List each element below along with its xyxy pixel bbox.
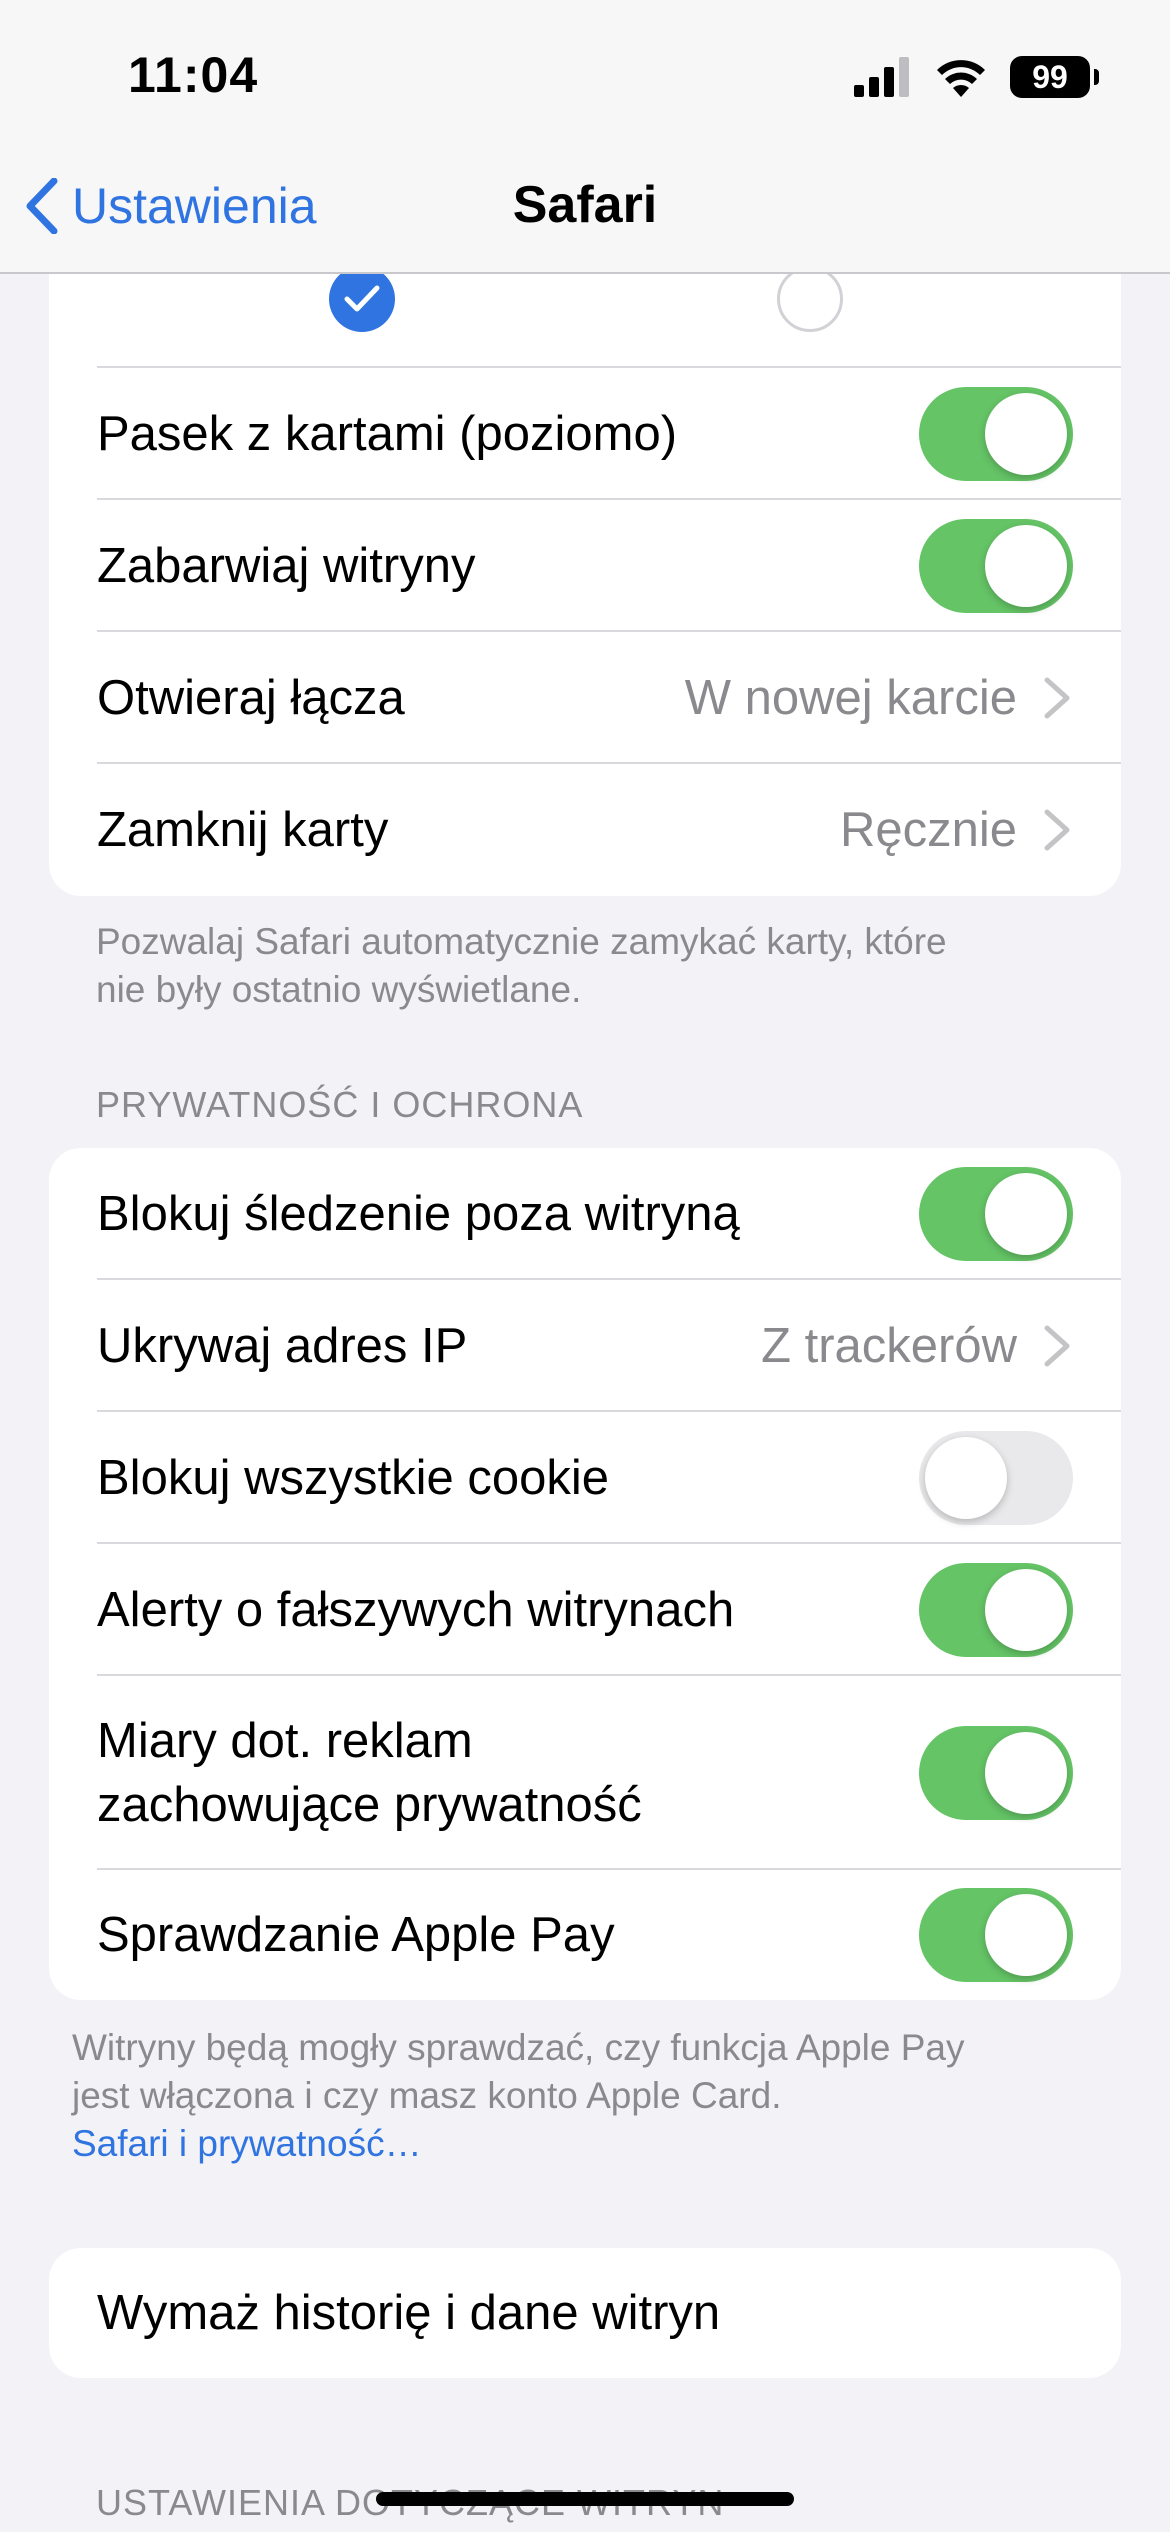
row-value: Z trackerów	[761, 1319, 1017, 1373]
close-tabs-footnote: Pozwalaj Safari automatycznie zamykać ka…	[96, 921, 947, 1010]
battery-icon: 99	[1010, 56, 1099, 98]
row-hide-ip[interactable]: Ukrywaj adres IP Z trackerów	[49, 1280, 1121, 1412]
chevron-right-icon	[1044, 677, 1070, 719]
row-label: Ukrywaj adres IP	[97, 1319, 468, 1373]
row-fraud-warning[interactable]: Alerty o fałszywych witrynach	[49, 1544, 1121, 1676]
row-apple-pay-check[interactable]: Sprawdzanie Apple Pay	[49, 1870, 1121, 2000]
row-label: Zamknij karty	[97, 803, 389, 857]
chevron-right-icon	[1044, 1325, 1070, 1367]
navigation-bar: 11:04 99 Ustawienia Safari	[0, 0, 1170, 274]
row-label: Miary dot. reklam zachowujące prywatność	[97, 1714, 642, 1832]
block-cookies-toggle[interactable]	[919, 1431, 1073, 1525]
apple-pay-footnote: Witryny będą mogły sprawdzać, czy funkcj…	[72, 2024, 965, 2168]
clear-history-button[interactable]: Wymaż historię i dane witryn	[49, 2248, 1121, 2378]
row-prevent-tracking[interactable]: Blokuj śledzenie poza witryną	[49, 1148, 1121, 1280]
apple-pay-check-toggle[interactable]	[919, 1888, 1073, 1982]
row-label: Blokuj wszystkie cookie	[97, 1451, 609, 1505]
wifi-icon	[937, 60, 985, 97]
chevron-right-icon	[1044, 809, 1070, 851]
cellular-signal-icon	[854, 57, 909, 97]
row-value: W nowej karcie	[684, 671, 1017, 725]
clear-history-group: Wymaż historię i dane witryn	[49, 2248, 1121, 2378]
tint-websites-toggle[interactable]	[919, 519, 1073, 613]
row-label: Alerty o fałszywych witrynach	[97, 1583, 735, 1637]
tab-bar-toggle[interactable]	[919, 387, 1073, 481]
row-label: Blokuj śledzenie poza witryną	[97, 1187, 740, 1241]
row-ad-measurement[interactable]: Miary dot. reklam zachowujące prywatność	[49, 1676, 1121, 1870]
row-tab-bar[interactable]: Pasek z kartami (poziomo)	[49, 368, 1121, 500]
home-indicator[interactable]	[376, 2492, 794, 2506]
row-tint-websites[interactable]: Zabarwiaj witryny	[49, 500, 1121, 632]
row-open-links[interactable]: Otwieraj łącza W nowej karcie	[49, 632, 1121, 764]
row-label: Otwieraj łącza	[97, 671, 405, 725]
clear-history-label: Wymaż historię i dane witryn	[97, 2286, 721, 2340]
layout-option-selected[interactable]	[329, 266, 395, 332]
checkmark-icon	[344, 285, 380, 312]
row-label: Sprawdzanie Apple Pay	[97, 1908, 615, 1962]
row-label: Zabarwiaj witryny	[97, 539, 476, 593]
row-label: Pasek z kartami (poziomo)	[97, 407, 678, 461]
prevent-tracking-toggle[interactable]	[919, 1167, 1073, 1261]
row-close-tabs[interactable]: Zamknij karty Ręcznie	[49, 764, 1121, 896]
row-value: Ręcznie	[839, 803, 1017, 857]
layout-option-unselected[interactable]	[777, 266, 843, 332]
page-title: Safari	[512, 176, 658, 234]
ad-measurement-toggle[interactable]	[919, 1726, 1073, 1820]
privacy-section-header: PRYWATNOŚĆ I OCHRONA	[96, 1084, 584, 1125]
safari-settings-screen: 11:04 99 Ustawienia Safari Pasek z karta…	[0, 0, 1170, 2532]
status-icons: 99	[854, 52, 1099, 102]
privacy-settings-group: Blokuj śledzenie poza witryną Ukrywaj ad…	[49, 1148, 1121, 2000]
status-time: 11:04	[128, 47, 259, 103]
tabs-settings-group: Pasek z kartami (poziomo) Zabarwiaj witr…	[49, 190, 1121, 896]
row-block-cookies[interactable]: Blokuj wszystkie cookie	[49, 1412, 1121, 1544]
safari-privacy-link[interactable]: Safari i prywatność…	[72, 2120, 965, 2168]
fraud-warning-toggle[interactable]	[919, 1563, 1073, 1657]
